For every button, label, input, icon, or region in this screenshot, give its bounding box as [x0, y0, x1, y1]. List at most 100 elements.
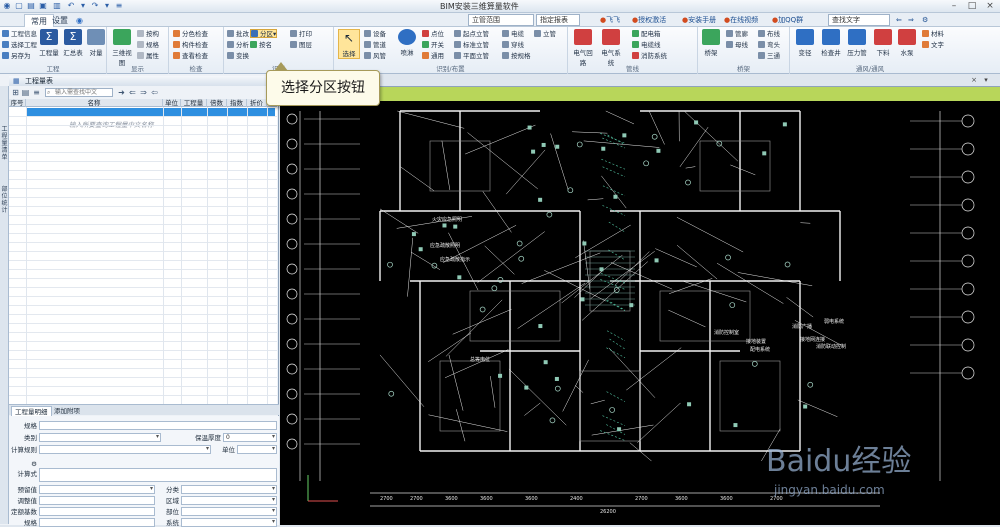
display-spec-button[interactable]: 规格 — [137, 41, 159, 50]
table-row[interactable] — [9, 261, 277, 270]
well-button[interactable]: 检查井 — [820, 29, 842, 57]
distribution-box-button[interactable]: 配电箱 — [632, 30, 661, 39]
transform-button[interactable]: 变换 — [227, 52, 249, 61]
table-row[interactable] — [9, 126, 277, 135]
table-row[interactable] — [9, 351, 277, 360]
table-row[interactable] — [9, 189, 277, 198]
new-icon[interactable]: ▢ — [14, 1, 24, 11]
layer-button[interactable]: 图层 — [290, 41, 312, 50]
start-riser-button[interactable]: 起点立管 — [454, 30, 489, 39]
wiring-button[interactable]: 布线 — [758, 30, 780, 39]
quota-base-field[interactable] — [39, 507, 155, 516]
tee-button[interactable]: 三通 — [758, 52, 780, 61]
filter-icon[interactable]: ▤ — [21, 88, 30, 97]
view-check-button[interactable]: 查看检查 — [173, 52, 208, 61]
display-attr-button[interactable]: 属性 — [137, 52, 159, 61]
save-icon[interactable]: ▣ — [38, 1, 48, 11]
reducer-button[interactable]: 变径 — [794, 29, 816, 57]
element-check-button[interactable]: 构件检查 — [173, 41, 208, 50]
expand-icon[interactable]: ⊞ — [11, 88, 20, 97]
print-button[interactable]: 打印 — [290, 30, 312, 39]
reserve-select[interactable] — [39, 485, 155, 494]
help-icon[interactable]: ◉ — [70, 14, 89, 27]
cable-button[interactable]: 电缆 — [502, 30, 524, 39]
table-row[interactable] — [9, 270, 277, 279]
col-name[interactable]: 名称 — [26, 99, 163, 107]
qq-group-link[interactable]: ●加QQ群 — [772, 14, 803, 26]
drawing-tab-menu-icon[interactable]: ▾ — [982, 76, 990, 84]
side-tab-location[interactable]: 部位统计 — [0, 186, 9, 214]
table-row[interactable] — [9, 162, 277, 171]
find-prev-icon[interactable]: ⇐ — [896, 14, 902, 26]
table-row[interactable] — [9, 378, 277, 387]
table-row[interactable] — [9, 333, 277, 342]
minimize-icon[interactable]: – — [946, 0, 962, 12]
close-icon[interactable]: × — [982, 0, 998, 12]
spec-field[interactable] — [39, 421, 277, 430]
customize-icon[interactable]: ≡ — [114, 1, 124, 11]
undo-dropdown-icon[interactable]: ▾ — [78, 1, 88, 11]
cable-line-button[interactable]: 电缆线 — [632, 41, 661, 50]
region-select[interactable] — [181, 496, 277, 505]
settings-gear-icon[interactable]: ⚙ — [922, 14, 928, 26]
col-quantity[interactable]: 工程量 — [181, 99, 207, 107]
back-icon[interactable]: ⇦ — [150, 88, 159, 97]
wire-button[interactable]: 穿线 — [502, 41, 524, 50]
col-unit[interactable]: 单位 — [163, 99, 181, 107]
table-row[interactable] — [9, 306, 277, 315]
switch-button[interactable]: 开关 — [422, 41, 444, 50]
table-row[interactable] — [9, 234, 277, 243]
spec2-field[interactable] — [39, 518, 155, 527]
arrow-right-icon[interactable]: ➜ — [117, 88, 126, 97]
quantity-button[interactable]: Σ工程量 — [38, 29, 60, 57]
search-text-input[interactable]: 查找文字 — [828, 14, 890, 26]
busbar-button[interactable]: 母线 — [726, 41, 748, 50]
cut-button[interactable]: 下料 — [872, 29, 894, 57]
system-select[interactable] — [181, 518, 277, 527]
table-row[interactable] — [9, 144, 277, 153]
maximize-icon[interactable]: □ — [964, 0, 980, 12]
panel-search-input[interactable]: ⌕ 输入需查找中文 — [45, 88, 113, 97]
select-project-button[interactable]: 选择工程 — [2, 41, 37, 50]
open-icon[interactable]: ▤ — [26, 1, 36, 11]
plane-riser-button[interactable]: 平面立管 — [454, 52, 489, 61]
save-as-button[interactable]: 另存为 — [2, 52, 31, 61]
by-name-button[interactable]: 按名 — [250, 41, 272, 50]
table-row[interactable] — [9, 252, 277, 261]
cad-drawing-canvas[interactable]: 火灾应急照明应急疏散照明应急疏散指示消防控制室接地装置配电系统消防广播弱电系统消… — [280, 101, 1000, 525]
project-info-button[interactable]: 工程信息 — [2, 30, 37, 39]
table-row[interactable] — [9, 243, 277, 252]
text-button[interactable]: 文字 — [922, 41, 944, 50]
table-row[interactable] — [9, 108, 277, 117]
formula-field[interactable] — [39, 468, 277, 482]
redo-icon[interactable]: ↷ — [90, 1, 100, 11]
tab-quantity-detail[interactable]: 工程量明细 — [11, 406, 52, 416]
point-button[interactable]: 点位 — [422, 30, 444, 39]
drawing-tab-close-icon[interactable]: × — [970, 76, 978, 84]
table-row[interactable] — [9, 369, 277, 378]
table-row[interactable] — [9, 360, 277, 369]
list-icon[interactable]: ≡ — [32, 88, 41, 97]
table-row[interactable] — [9, 342, 277, 351]
general-button[interactable]: 通用 — [422, 52, 444, 61]
col-multiple[interactable]: 倍数 — [207, 99, 227, 107]
floor-select[interactable]: 立管范围 — [468, 14, 534, 26]
partition-button[interactable]: 分区▾ — [250, 29, 277, 38]
arrow-left-icon[interactable]: ⇐ — [128, 88, 137, 97]
table-row[interactable] — [9, 117, 277, 126]
app-menu-icon[interactable]: ◉ — [2, 1, 12, 11]
table-row[interactable] — [9, 216, 277, 225]
summary-button[interactable]: Σ汇总表 — [62, 29, 84, 57]
std-riser-button[interactable]: 标准立管 — [454, 41, 489, 50]
table-row[interactable] — [9, 324, 277, 333]
ribbon-icon[interactable]: ▥ — [52, 1, 62, 11]
material-button[interactable]: 材料 — [922, 30, 944, 39]
3d-view-button[interactable]: 三维视图 — [111, 29, 133, 67]
insulation-select[interactable]: 0 — [223, 433, 277, 442]
unit-select[interactable] — [237, 445, 277, 454]
col-discount[interactable]: 折价 — [247, 99, 267, 107]
display-by-element-button[interactable]: 按构 — [137, 30, 159, 39]
arrow-right2-icon[interactable]: ⇒ — [139, 88, 148, 97]
table-row[interactable] — [9, 171, 277, 180]
pipe-button[interactable]: 管道 — [364, 41, 386, 50]
